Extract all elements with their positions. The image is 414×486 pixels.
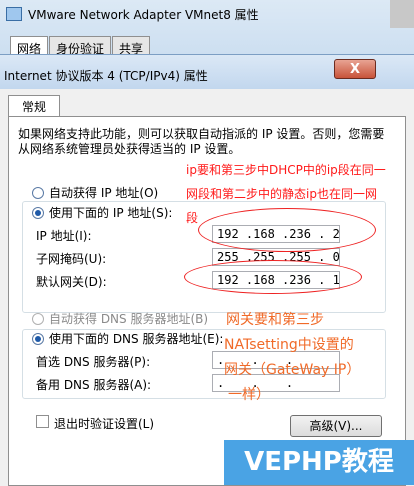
auto-ip-label: 自动获得 IP 地址(O) (49, 186, 159, 200)
manual-ip-radio[interactable] (32, 206, 44, 219)
back-window-close-button[interactable] (390, 0, 414, 28)
ip-address-label: IP 地址(I): (36, 229, 92, 243)
validate-checkbox[interactable] (36, 415, 49, 428)
orange-annotation-line-1: 网关要和第三步 (226, 312, 324, 328)
subnet-mask-label: 子网掩码(U): (36, 252, 107, 266)
red-annotation-line-3: 段 (186, 211, 199, 225)
ip-highlight-ellipse (198, 208, 376, 252)
red-annotation-line-1: ip要和第三步中DHCP中的ip段在同一 (186, 163, 386, 177)
auto-ip-option[interactable]: 自动获得 IP 地址(O) (32, 184, 158, 201)
auto-dns-option[interactable]: 自动获得 DNS 服务器地址(B) (32, 310, 208, 327)
manual-dns-radio[interactable] (32, 332, 44, 345)
red-annotation-line-2: 网段和第二步中的静态ip也在同一网 (186, 187, 377, 201)
manual-ip-option[interactable]: 使用下面的 IP 地址(S): (32, 204, 172, 221)
manual-dns-label: 使用下面的 DNS 服务器地址(E): (49, 332, 224, 346)
validate-label: 退出时验证设置(L) (54, 417, 155, 431)
back-window-title: VMware Network Adapter VMnet8 属性 (28, 7, 259, 22)
orange-annotation-line-2: NATsetting中设置的 (224, 337, 354, 353)
tab-general[interactable]: 常规 (8, 95, 60, 117)
auto-dns-label: 自动获得 DNS 服务器地址(B) (49, 312, 209, 326)
watermark-logo: VEPHP教程 (224, 440, 414, 485)
default-gateway-label: 默认网关(D): (36, 275, 107, 289)
orange-annotation-line-4: 一样） (228, 387, 270, 403)
network-adapter-icon (6, 7, 22, 21)
advanced-button[interactable]: 高级(V)... (290, 415, 382, 437)
auto-ip-radio[interactable] (32, 186, 44, 199)
manual-dns-option[interactable]: 使用下面的 DNS 服务器地址(E): (32, 330, 223, 347)
dialog-titlebar: Internet 协议版本 4 (TCP/IPv4) 属性 X (0, 55, 414, 89)
auto-dns-radio[interactable] (32, 312, 44, 325)
close-button[interactable]: X (334, 59, 376, 79)
orange-annotation-line-3: 网关（GateWay IP） (224, 362, 361, 378)
dialog-title: Internet 协议版本 4 (TCP/IPv4) 属性 (4, 69, 208, 83)
gateway-highlight-ellipse (184, 260, 362, 294)
manual-ip-label: 使用下面的 IP 地址(S): (49, 206, 173, 220)
back-window-titlebar: VMware Network Adapter VMnet8 属性 (0, 0, 396, 28)
alternate-dns-label: 备用 DNS 服务器(A): (36, 378, 152, 392)
description-text: 如果网络支持此功能，则可以获取自动指派的 IP 设置。否则，您需要从网络系统管理… (18, 127, 385, 156)
preferred-dns-label: 首选 DNS 服务器(P): (36, 355, 151, 369)
